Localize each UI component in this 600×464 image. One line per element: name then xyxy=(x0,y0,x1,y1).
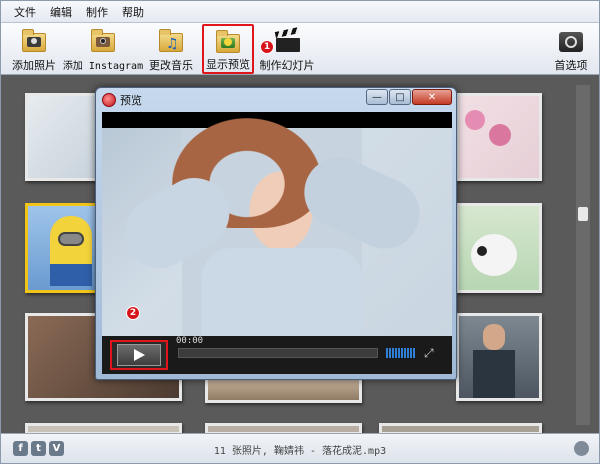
player-controls: 00:00 ⤢ xyxy=(102,336,452,374)
menu-file[interactable]: 文件 xyxy=(7,2,43,22)
scrollbar[interactable] xyxy=(576,85,590,425)
photo-tile[interactable] xyxy=(456,313,542,401)
close-button[interactable]: ✕ xyxy=(412,89,452,105)
menu-make[interactable]: 制作 xyxy=(79,2,115,22)
add-photos-icon xyxy=(20,28,48,54)
make-slideshow-label: 制作幻灯片 xyxy=(259,59,315,72)
clapperboard-icon xyxy=(273,27,301,54)
preview-icon xyxy=(214,29,242,53)
instagram-icon xyxy=(89,28,117,54)
fullscreen-icon[interactable]: ⤢ xyxy=(424,346,438,360)
show-preview-button[interactable]: 显示预览 xyxy=(202,24,254,74)
globe-icon[interactable] xyxy=(574,441,589,456)
photo-tile[interactable] xyxy=(456,203,542,293)
video-player[interactable]: 00:00 ⤢ xyxy=(102,112,452,374)
step-2-badge: 2 xyxy=(126,306,140,320)
add-instagram-label: 添加 Instagram xyxy=(62,61,144,72)
make-slideshow-button[interactable]: 制作幻灯片 xyxy=(258,25,316,73)
scroll-thumb[interactable] xyxy=(578,207,588,221)
preferences-button[interactable]: 首选项 xyxy=(551,25,591,73)
preview-window-title: 预览 xyxy=(120,94,142,107)
menu-bar: 文件 编辑 制作 帮助 xyxy=(1,1,599,23)
photo-tile[interactable] xyxy=(456,93,542,181)
seek-bar[interactable] xyxy=(178,348,378,358)
add-photos-label: 添加照片 xyxy=(12,59,56,72)
app-icon xyxy=(102,93,116,107)
status-bar: f t V 11 张照片, 鞠婧祎 - 落花成泥.mp3 xyxy=(1,433,599,463)
music-icon: ♫ xyxy=(157,28,185,54)
play-icon xyxy=(134,349,145,361)
play-icon-wrap xyxy=(117,344,161,366)
add-instagram-button[interactable]: 添加 Instagram xyxy=(63,25,143,73)
change-music-label: 更改音乐 xyxy=(149,59,193,72)
preferences-icon xyxy=(557,28,585,54)
photo-tile[interactable] xyxy=(205,377,362,403)
video-frame xyxy=(102,118,452,338)
preferences-label: 首选项 xyxy=(554,59,588,72)
minimize-button[interactable]: — xyxy=(366,89,388,105)
app-window: 文件 编辑 制作 帮助 添加照片 添加 Instagram ♫ 更改音乐 显示预… xyxy=(0,0,600,464)
maximize-button[interactable]: □ xyxy=(389,89,411,105)
change-music-button[interactable]: ♫ 更改音乐 xyxy=(147,25,195,73)
add-photos-button[interactable]: 添加照片 xyxy=(11,25,57,73)
play-button[interactable] xyxy=(110,340,168,370)
show-preview-label: 显示预览 xyxy=(206,58,250,71)
volume-bar[interactable] xyxy=(386,348,416,358)
preview-window: 预览 — □ ✕ 00:00 ⤢ 2 xyxy=(95,87,457,380)
toolbar: 添加照片 添加 Instagram ♫ 更改音乐 显示预览 1 制作幻灯片 首选… xyxy=(1,23,599,75)
menu-help[interactable]: 帮助 xyxy=(115,2,151,22)
time-display: 00:00 xyxy=(176,336,204,346)
status-text: 11 张照片, 鞠婧祎 - 落花成泥.mp3 xyxy=(213,446,387,457)
menu-edit[interactable]: 编辑 xyxy=(43,2,79,22)
